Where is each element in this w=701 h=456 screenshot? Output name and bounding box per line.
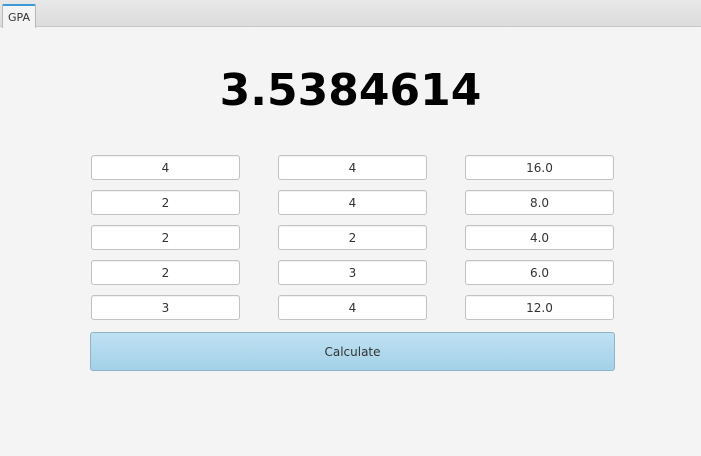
tab-bar: GPA — [0, 0, 701, 28]
course-grid: 4 4 16.0 2 4 8.0 2 2 4.0 2 3 6.0 3 4 12.… — [91, 155, 614, 320]
points-field[interactable]: 4.0 — [465, 225, 614, 250]
grade-field[interactable]: 4 — [278, 155, 427, 180]
grade-field[interactable]: 3 — [278, 260, 427, 285]
points-field[interactable]: 12.0 — [465, 295, 614, 320]
calculate-button[interactable]: Calculate — [90, 332, 615, 371]
grade-field[interactable]: 4 — [278, 190, 427, 215]
credits-field[interactable]: 2 — [91, 190, 240, 215]
credits-field[interactable]: 2 — [91, 225, 240, 250]
points-field[interactable]: 16.0 — [465, 155, 614, 180]
points-field[interactable]: 8.0 — [465, 190, 614, 215]
credits-field[interactable]: 4 — [91, 155, 240, 180]
credits-field[interactable]: 3 — [91, 295, 240, 320]
credits-field[interactable]: 2 — [91, 260, 240, 285]
grade-field[interactable]: 2 — [278, 225, 427, 250]
tab-gpa[interactable]: GPA — [2, 4, 36, 28]
gpa-result: 3.5384614 — [219, 65, 482, 116]
grade-field[interactable]: 4 — [278, 295, 427, 320]
points-field[interactable]: 6.0 — [465, 260, 614, 285]
